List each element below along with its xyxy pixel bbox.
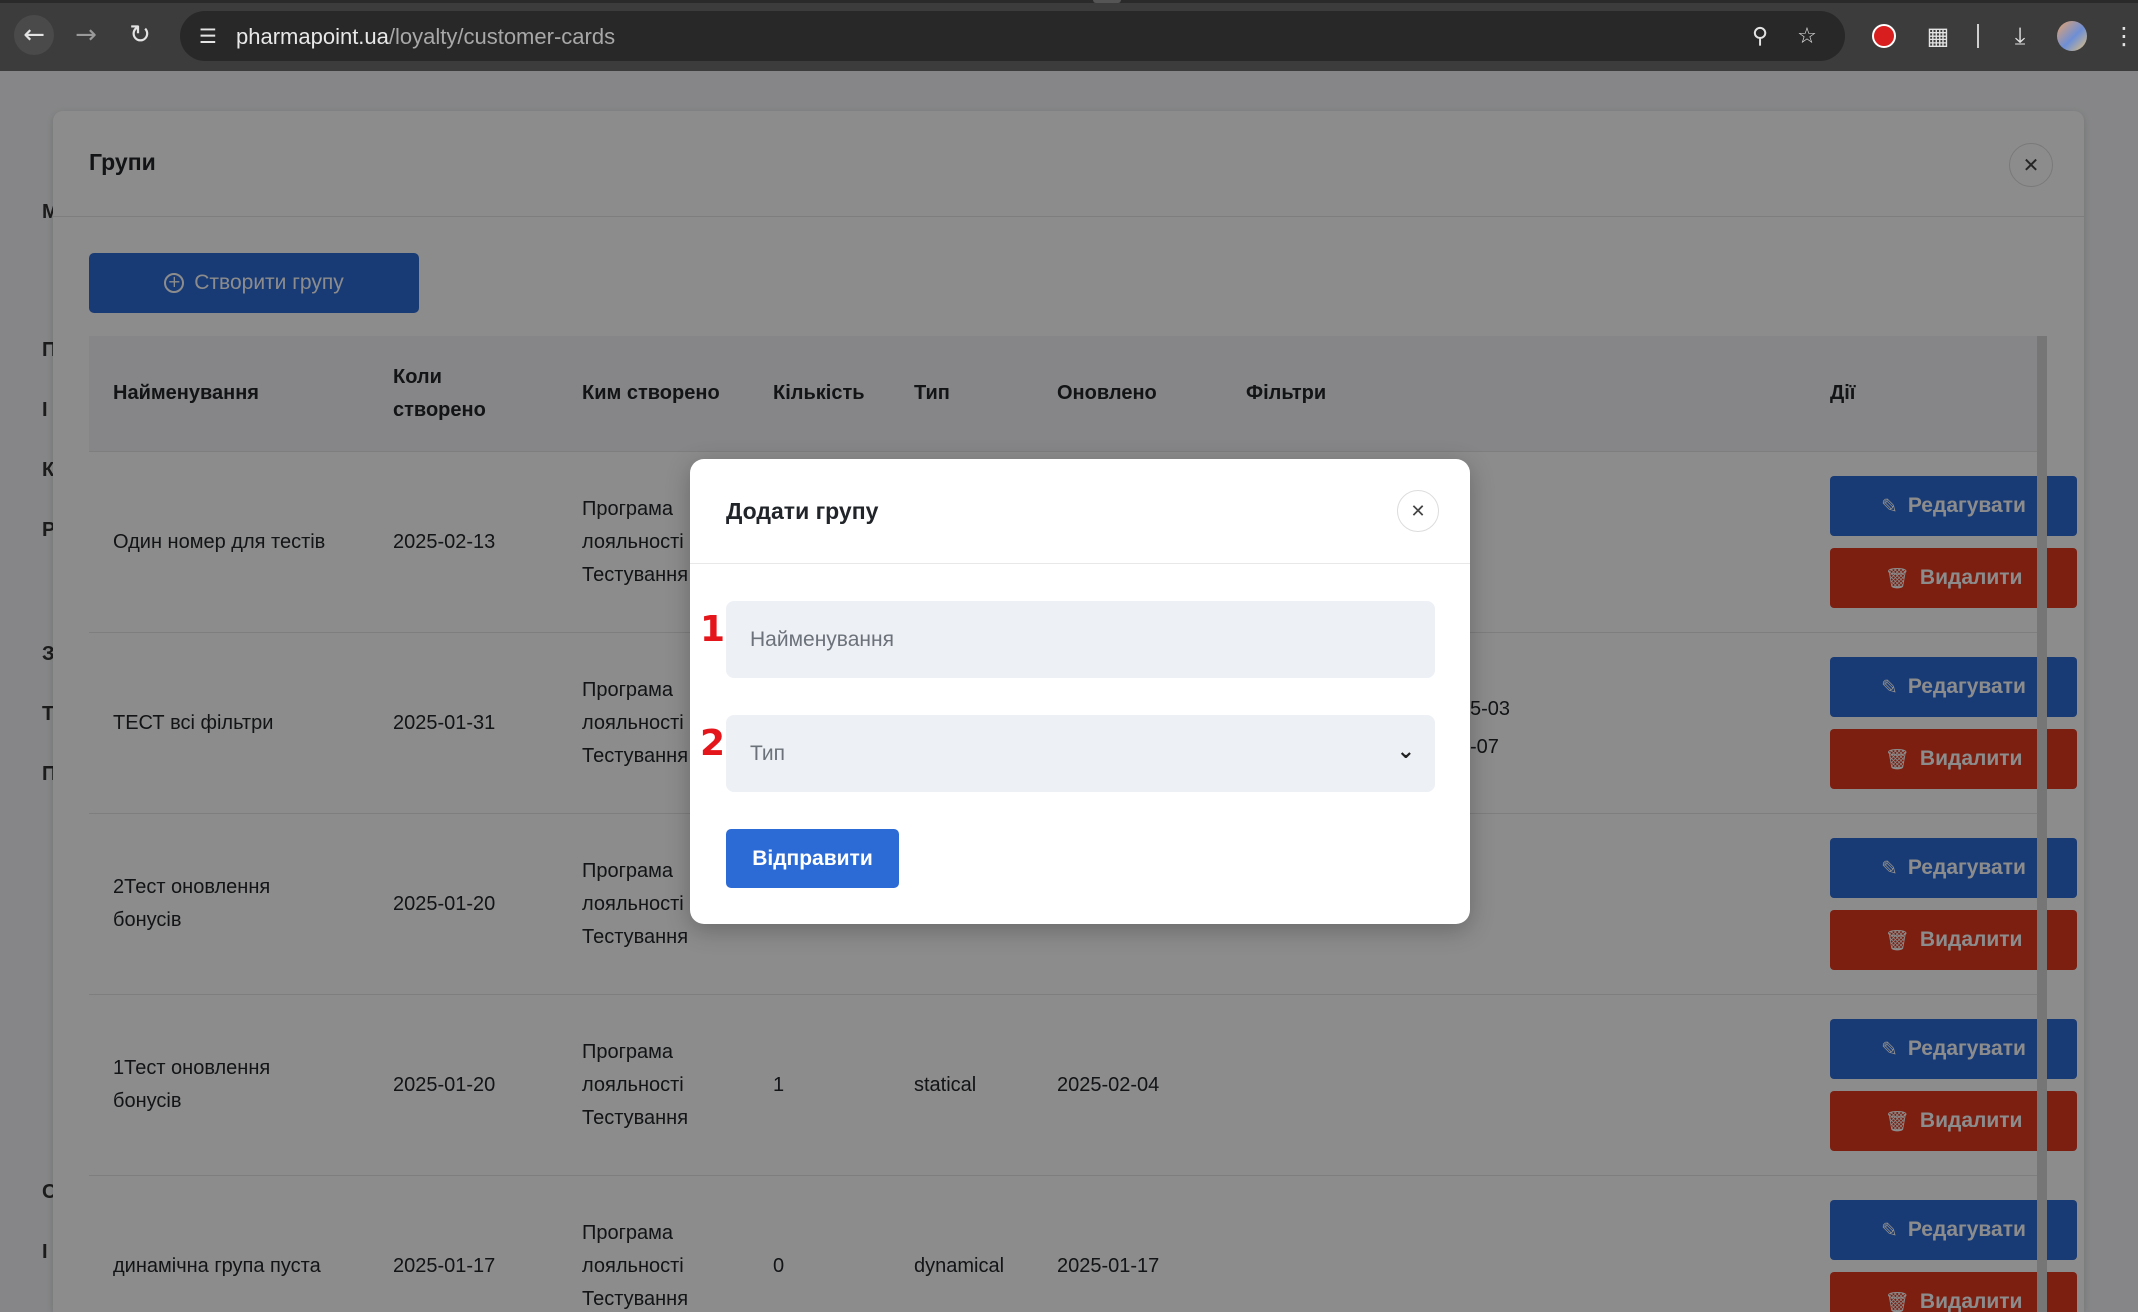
group-type-select[interactable]: Тип ⌄ — [726, 715, 1435, 792]
reload-icon: ↻ — [129, 20, 151, 50]
browser-toolbar: ← → ↻ ☰ pharmapoint.ua/loyalty/customer-… — [0, 0, 2138, 71]
add-group-close-button[interactable]: ✕ — [1397, 490, 1439, 532]
bookmark-star-icon[interactable]: ☆ — [1792, 21, 1822, 51]
group-name-input[interactable]: Найменування — [726, 601, 1435, 678]
group-name-placeholder: Найменування — [750, 627, 894, 651]
extensions-puzzle-icon[interactable]: ▦ — [1922, 20, 1954, 52]
menu-dots-icon[interactable]: ⋮ — [2112, 20, 2136, 52]
url-path: /loyalty/customer-cards — [388, 24, 616, 49]
back-button[interactable]: ← — [14, 15, 54, 55]
close-icon: ✕ — [1410, 500, 1426, 522]
add-group-dialog: Додати групу ✕ 1 Найменування 2 Тип ⌄ Ві… — [690, 459, 1470, 924]
add-group-dialog-header: Додати групу ✕ — [690, 459, 1470, 564]
submit-label: Відправити — [752, 846, 873, 870]
group-type-placeholder: Тип — [750, 741, 786, 765]
reload-button[interactable]: ↻ — [120, 15, 160, 55]
site-info-icon[interactable]: ☰ — [194, 22, 222, 50]
add-group-dialog-title: Додати групу — [726, 498, 879, 524]
download-icon[interactable]: ⤓ — [2004, 20, 2036, 52]
tab-strip — [0, 0, 2138, 3]
submit-button[interactable]: Відправити — [726, 829, 899, 888]
forward-button[interactable]: → — [66, 15, 106, 55]
url-domain: pharmapoint.ua — [236, 24, 389, 49]
address-bar[interactable]: ☰ pharmapoint.ua/loyalty/customer-cards … — [180, 11, 1845, 61]
annotation-badge-1: 1 — [700, 609, 726, 650]
chevron-down-icon: ⌄ — [1396, 739, 1415, 764]
extension-stop-icon[interactable] — [1868, 20, 1900, 52]
url-text[interactable]: pharmapoint.ua/loyalty/customer-cards — [236, 24, 615, 50]
arrow-left-icon: ← — [23, 20, 45, 50]
annotation-badge-2: 2 — [700, 723, 726, 764]
profile-avatar[interactable] — [2056, 20, 2088, 52]
arrow-right-icon: → — [75, 20, 97, 50]
password-key-icon[interactable]: ⚲ — [1745, 21, 1775, 51]
toolbar-divider — [1977, 24, 1979, 48]
